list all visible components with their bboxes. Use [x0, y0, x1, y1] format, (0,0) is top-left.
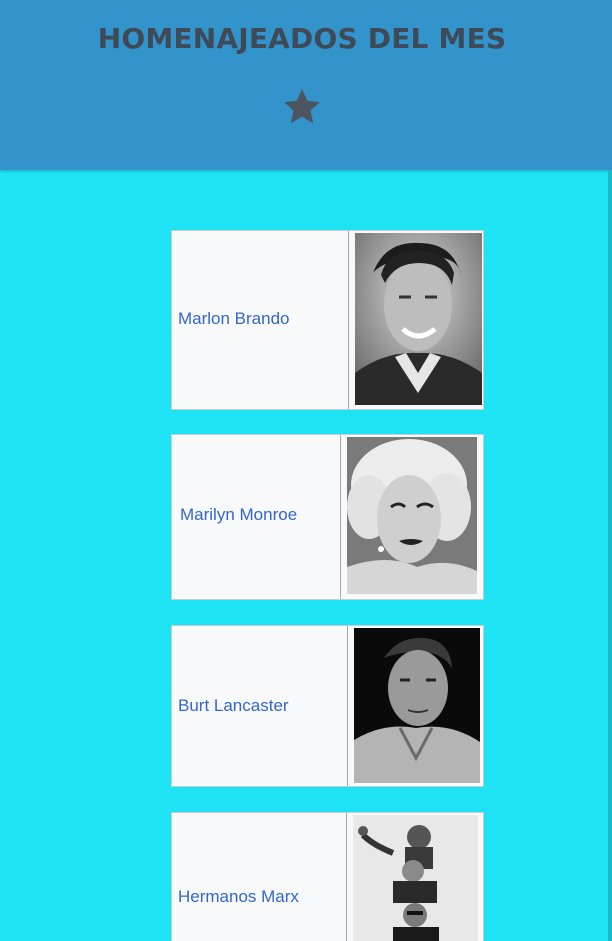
honoree-card: Hermanos Marx	[171, 812, 484, 941]
honoree-name-link[interactable]: Hermanos Marx	[178, 887, 299, 907]
honoree-photo[interactable]	[354, 628, 480, 783]
honoree-photo[interactable]	[355, 233, 482, 405]
honoree-card: Marlon Brando	[171, 230, 484, 410]
honoree-name-cell: Marilyn Monroe	[172, 435, 341, 599]
honoree-photo[interactable]	[353, 815, 478, 941]
honoree-photo[interactable]	[347, 437, 477, 594]
honoree-name-link[interactable]: Marlon Brando	[178, 309, 290, 329]
page-title: HOMENAJEADOS DEL MES	[97, 22, 507, 55]
honoree-name-link[interactable]: Burt Lancaster	[178, 696, 289, 716]
page-header: HOMENAJEADOS DEL MES	[0, 0, 612, 170]
honoree-card: Burt Lancaster	[171, 625, 484, 787]
honoree-name-cell: Hermanos Marx	[172, 813, 347, 941]
honoree-name-link[interactable]: Marilyn Monroe	[180, 505, 297, 525]
honoree-name-cell: Marlon Brando	[172, 231, 349, 409]
honoree-card: Marilyn Monroe	[171, 434, 484, 600]
honoree-name-cell: Burt Lancaster	[172, 626, 348, 786]
star-icon	[284, 89, 320, 124]
content-edge	[608, 170, 612, 941]
